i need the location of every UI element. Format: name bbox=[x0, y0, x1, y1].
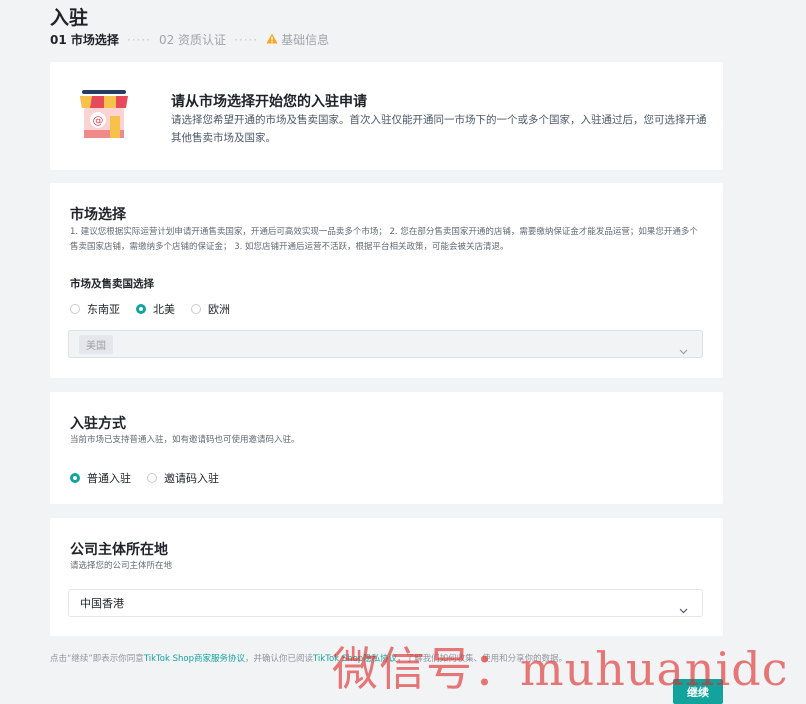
merchant-agreement-link[interactable]: TikTok Shop商家服务协议 bbox=[144, 654, 245, 664]
company-location-value: 中国香港 bbox=[80, 597, 124, 610]
entry-mode-description: 当前市场已支持普通入驻，如有邀请码也可使用邀请码入驻。 bbox=[70, 435, 300, 445]
shop-storefront-icon: @ bbox=[78, 88, 130, 146]
radio-north-america[interactable]: 北美 bbox=[136, 301, 175, 317]
terms-note: 点击“继续”即表示你同意TikTok Shop商家服务协议，并确认你已阅读Tik… bbox=[50, 652, 567, 664]
company-location-select[interactable]: 中国香港 bbox=[68, 589, 703, 617]
radio-label: 邀请码入驻 bbox=[164, 472, 219, 485]
step-market-selection: 01 市场选择 bbox=[50, 33, 119, 47]
radio-invite-code-entry[interactable]: 邀请码入驻 bbox=[147, 470, 219, 486]
radio-circle-checked[interactable] bbox=[136, 304, 146, 314]
market-section-title: 市场选择 bbox=[70, 207, 126, 223]
terms-note-mid: ，并确认你已阅读 bbox=[244, 654, 313, 664]
radio-label: 普通入驻 bbox=[87, 472, 131, 485]
radio-southeast-asia[interactable]: 东南亚 bbox=[70, 301, 120, 317]
radio-europe[interactable]: 欧洲 bbox=[191, 301, 230, 317]
step-separator: ····· bbox=[126, 32, 151, 47]
radio-label: 北美 bbox=[153, 303, 175, 316]
selected-country-tag: 美国 bbox=[79, 334, 113, 354]
entry-mode-title: 入驻方式 bbox=[70, 416, 126, 432]
warning-icon bbox=[266, 33, 278, 47]
market-sub-label: 市场及售卖国选择 bbox=[70, 278, 154, 290]
intro-description: 请选择您希望开通的市场及售卖国家。首次入驻仅能开通同一市场下的一个或多个国家，入… bbox=[171, 114, 707, 144]
market-selection-card: 市场选择 1. 建议您根据实际运营计划申请开通售卖国家，开通后可高效实现一品卖多… bbox=[50, 183, 723, 378]
market-section-description: 1. 建议您根据实际运营计划申请开通售卖国家，开通后可高效实现一品卖多个市场； … bbox=[70, 227, 698, 252]
intro-card: @ 请从市场选择开始您的入驻申请 请选择您希望开通的市场及售卖国家。首次入驻仅能… bbox=[50, 62, 723, 170]
company-location-card: 公司主体所在地 请选择您的公司主体所在地 中国香港 bbox=[50, 518, 723, 636]
company-location-description: 请选择您的公司主体所在地 bbox=[70, 561, 173, 571]
step-indicator: 01 市场选择 ····· 02 资质认证 ····· 基础信息 bbox=[50, 31, 329, 48]
step-basic-info: 基础信息 bbox=[281, 33, 330, 47]
svg-text:@: @ bbox=[93, 114, 104, 127]
radio-circle[interactable] bbox=[70, 304, 80, 314]
radio-label: 欧洲 bbox=[208, 303, 230, 316]
continue-button[interactable]: 继续 bbox=[673, 679, 723, 704]
radio-label: 东南亚 bbox=[87, 303, 120, 316]
step-separator: ····· bbox=[234, 32, 259, 47]
step-qualification: 02 资质认证 bbox=[158, 33, 227, 47]
market-radio-group: 东南亚 北美 欧洲 bbox=[70, 301, 246, 317]
entry-mode-card: 入驻方式 当前市场已支持普通入驻，如有邀请码也可使用邀请码入驻。 普通入驻 邀请… bbox=[50, 392, 723, 504]
entry-mode-radio-group: 普通入驻 邀请码入驻 bbox=[70, 470, 235, 486]
intro-title: 请从市场选择开始您的入驻申请 bbox=[171, 94, 367, 110]
company-location-title: 公司主体所在地 bbox=[70, 542, 168, 558]
privacy-policy-link[interactable]: TikTok Shop隐私协议 bbox=[313, 654, 397, 664]
country-select[interactable]: 美国 bbox=[68, 330, 703, 358]
page-title: 入驻 bbox=[50, 7, 89, 29]
terms-note-suffix: ，了解我们如何收集、使用和分享你的数据。 bbox=[397, 654, 568, 664]
radio-circle[interactable] bbox=[191, 304, 201, 314]
terms-note-prefix: 点击“继续”即表示你同意 bbox=[50, 654, 144, 664]
radio-circle[interactable] bbox=[147, 473, 157, 483]
radio-circle-checked[interactable] bbox=[70, 473, 80, 483]
chevron-down-icon bbox=[679, 340, 688, 359]
chevron-down-icon bbox=[679, 599, 688, 618]
radio-standard-entry[interactable]: 普通入驻 bbox=[70, 470, 131, 486]
